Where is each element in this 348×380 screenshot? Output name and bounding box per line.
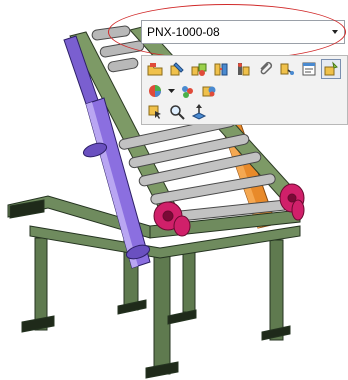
toolbar-row-2 <box>145 81 219 101</box>
color-dropdown-arrow-icon[interactable] <box>167 81 175 101</box>
paperclip-icon[interactable] <box>255 59 275 79</box>
command-toolbar <box>141 55 348 125</box>
color-wheel-icon[interactable] <box>145 81 165 101</box>
toolbar-row-1 <box>145 59 341 79</box>
linked-part-icon[interactable] <box>277 59 297 79</box>
select-icon[interactable] <box>145 102 165 122</box>
configuration-dropdown[interactable]: PNX-1000-08 <box>141 20 345 44</box>
properties-icon[interactable] <box>299 59 319 79</box>
toolbar-row-3 <box>145 102 209 122</box>
edit-part-icon[interactable] <box>167 59 187 79</box>
render-icon[interactable] <box>199 81 219 101</box>
move-axis-icon[interactable] <box>189 102 209 122</box>
smart-icon[interactable] <box>321 59 341 79</box>
zoom-icon[interactable] <box>167 102 187 122</box>
configuration-value: PNX-1000-08 <box>147 25 220 39</box>
component-icon[interactable] <box>233 59 253 79</box>
chevron-down-icon[interactable] <box>329 26 341 38</box>
open-part-icon[interactable] <box>145 59 165 79</box>
mate-icon[interactable] <box>211 59 231 79</box>
appearance-icon[interactable] <box>177 81 197 101</box>
assembly-icon[interactable] <box>189 59 209 79</box>
